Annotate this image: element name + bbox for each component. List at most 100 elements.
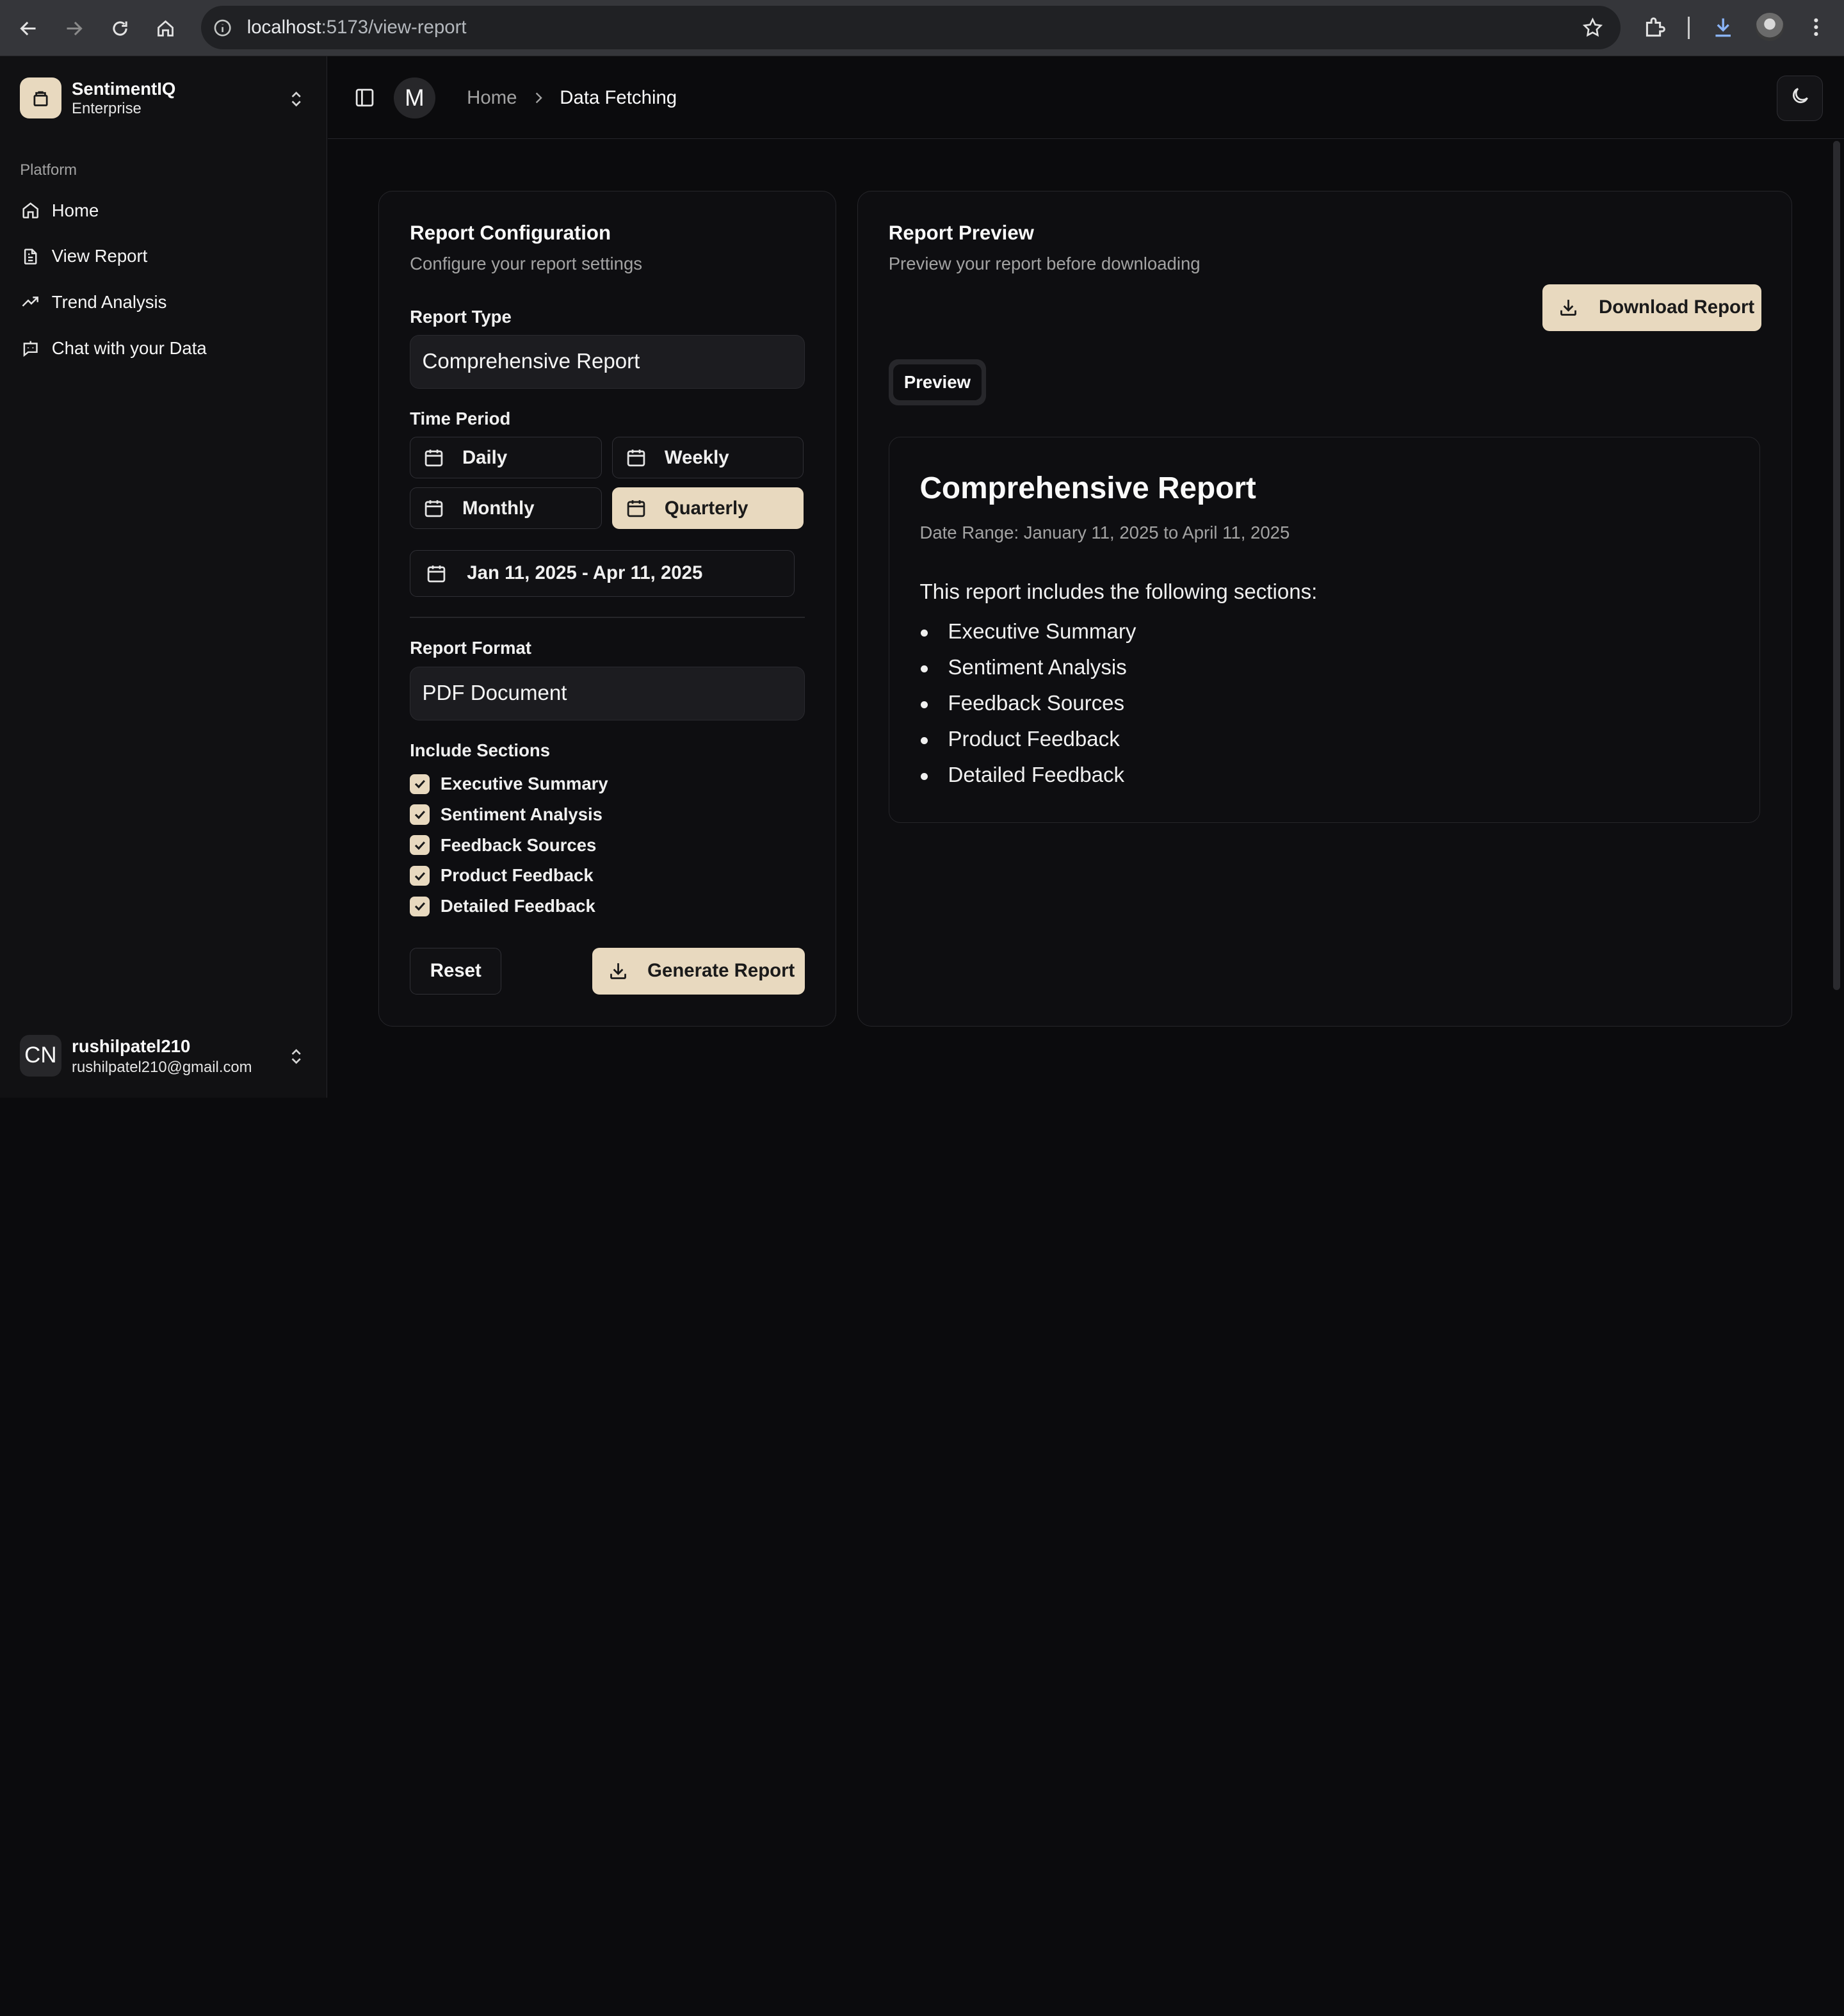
address-bar[interactable]: localhost:5173/view-report [201, 6, 1621, 50]
team-name: SentimentIQ [72, 79, 176, 99]
site-info-icon[interactable] [213, 18, 232, 38]
sidebar-toggle-icon[interactable] [354, 87, 375, 108]
include-sections-label: Include Sections [410, 740, 551, 761]
date-range-text: Jan 11, 2025 - Apr 11, 2025 [467, 562, 703, 584]
period-label: Monthly [462, 497, 535, 519]
team-plan: Enterprise [72, 100, 142, 118]
checkbox-checked-icon[interactable] [410, 865, 430, 886]
sidebar-item-home[interactable]: Home [12, 193, 312, 228]
home-browser-icon[interactable] [150, 13, 181, 44]
sidebar-item-trend-analysis[interactable]: Trend Analysis [12, 284, 312, 320]
period-label: Quarterly [664, 497, 748, 519]
list-item: Product Feedback [919, 728, 1136, 763]
checkbox-checked-icon[interactable] [410, 804, 430, 825]
document-section-list: Executive Summary Sentiment Analysis Fee… [919, 620, 1136, 799]
checkbox-label: Product Feedback [440, 865, 594, 886]
toolbar-divider [1687, 16, 1690, 39]
download-icon [608, 961, 629, 982]
workspace-avatar[interactable]: M [394, 77, 435, 119]
checkbox-checked-icon[interactable] [410, 774, 430, 794]
preview-tabs: Preview [888, 359, 987, 405]
period-monthly-button[interactable]: Monthly [410, 487, 602, 529]
card-title: Report Preview [888, 222, 1034, 245]
download-report-label: Download Report [1599, 297, 1755, 318]
sidebar-item-label: Chat with your Data [51, 337, 207, 358]
card-title: Report Configuration [410, 222, 611, 245]
download-report-button[interactable]: Download Report [1542, 284, 1761, 332]
card-description: Preview your report before downloading [888, 253, 1201, 273]
period-daily-button[interactable]: Daily [410, 437, 602, 478]
theme-toggle-button[interactable] [1777, 75, 1823, 122]
checkbox-checked-icon[interactable] [410, 835, 430, 856]
report-type-label: Report Type [410, 306, 512, 327]
user-email: rushilpatel210@gmail.com [72, 1059, 252, 1077]
chevrons-up-down-icon[interactable] [287, 90, 305, 108]
section-checkbox-row[interactable]: Executive Summary [410, 772, 608, 796]
back-arrow-icon[interactable] [13, 13, 44, 44]
report-type-select[interactable]: Comprehensive Report [410, 334, 805, 389]
section-checkbox-row[interactable]: Feedback Sources [410, 833, 596, 857]
report-preview-document: Comprehensive Report Date Range: January… [888, 437, 1760, 823]
section-checkbox-row[interactable]: Product Feedback [410, 864, 594, 888]
period-weekly-button[interactable]: Weekly [612, 437, 804, 478]
chevron-right-icon [530, 90, 547, 106]
user-name: rushilpatel210 [72, 1036, 191, 1057]
checkbox-label: Detailed Feedback [440, 896, 595, 916]
report-format-label: Report Format [410, 638, 531, 658]
sidebar-item-label: Home [51, 200, 99, 220]
moon-icon [1790, 85, 1811, 111]
period-label: Weekly [664, 446, 729, 468]
period-quarterly-button[interactable]: Quarterly [612, 487, 804, 529]
profile-avatar[interactable] [1756, 13, 1784, 42]
date-range-picker[interactable]: Jan 11, 2025 - Apr 11, 2025 [410, 549, 795, 597]
tab-preview[interactable]: Preview [893, 364, 982, 401]
user-menu[interactable]: CN rushilpatel210 rushilpatel210@gmail.c… [20, 1033, 308, 1080]
sidebar-item-label: View Report [51, 246, 148, 266]
report-format-select[interactable]: PDF Document [410, 666, 805, 721]
extensions-icon[interactable] [1642, 14, 1667, 40]
breadcrumb-home[interactable]: Home [467, 87, 517, 109]
bookmark-star-icon[interactable] [1581, 17, 1604, 39]
generate-report-button[interactable]: Generate Report [592, 947, 805, 995]
sidebar-item-view-report[interactable]: View Report [12, 239, 312, 274]
nav-group-label: Platform [20, 161, 77, 179]
section-checkbox-row[interactable]: Sentiment Analysis [410, 803, 603, 827]
url-text[interactable]: localhost:5173/view-report [247, 17, 467, 38]
list-item: Feedback Sources [919, 692, 1136, 728]
report-configuration-card: Report Configuration Configure your repo… [378, 190, 836, 1027]
page-scrollbar[interactable] [1833, 141, 1841, 991]
document-title: Comprehensive Report [919, 471, 1256, 505]
forward-arrow-icon[interactable] [59, 13, 90, 44]
team-logo-icon [20, 77, 61, 119]
calendar-icon [426, 563, 447, 584]
main-content: M Home Data Fetching Report Configuratio… [328, 56, 1844, 1098]
sidebar-item-label: Trend Analysis [51, 292, 167, 313]
calendar-icon [423, 447, 444, 468]
document-date-range: Date Range: January 11, 2025 to April 11… [919, 522, 1290, 542]
calendar-icon [626, 447, 647, 468]
checkbox-label: Feedback Sources [440, 834, 597, 855]
chevrons-up-down-icon[interactable] [287, 1047, 305, 1066]
team-switcher[interactable]: SentimentIQ Enterprise [20, 77, 308, 120]
list-item: Detailed Feedback [919, 763, 1136, 799]
page-header: M Home Data Fetching [328, 56, 1844, 139]
report-preview-card: Report Preview Preview your report befor… [857, 190, 1793, 1027]
checkbox-label: Executive Summary [440, 774, 608, 794]
download-icon [1558, 297, 1579, 318]
browser-toolbar: localhost:5173/view-report [0, 0, 1844, 57]
more-menu-icon[interactable] [1803, 14, 1829, 40]
home-icon [21, 201, 40, 220]
download-icon[interactable] [1710, 14, 1736, 40]
document-intro: This report includes the following secti… [919, 580, 1318, 604]
reset-button[interactable]: Reset [410, 947, 502, 995]
time-period-label: Time Period [410, 409, 511, 429]
chat-bot-icon [21, 339, 40, 357]
user-avatar: CN [20, 1035, 61, 1077]
section-divider [410, 617, 805, 619]
list-item: Executive Summary [919, 620, 1136, 656]
sidebar-item-chat-with-data[interactable]: Chat with your Data [12, 330, 312, 366]
reload-icon[interactable] [104, 13, 135, 44]
calendar-icon [626, 498, 647, 519]
checkbox-checked-icon[interactable] [410, 896, 430, 916]
section-checkbox-row[interactable]: Detailed Feedback [410, 895, 595, 918]
